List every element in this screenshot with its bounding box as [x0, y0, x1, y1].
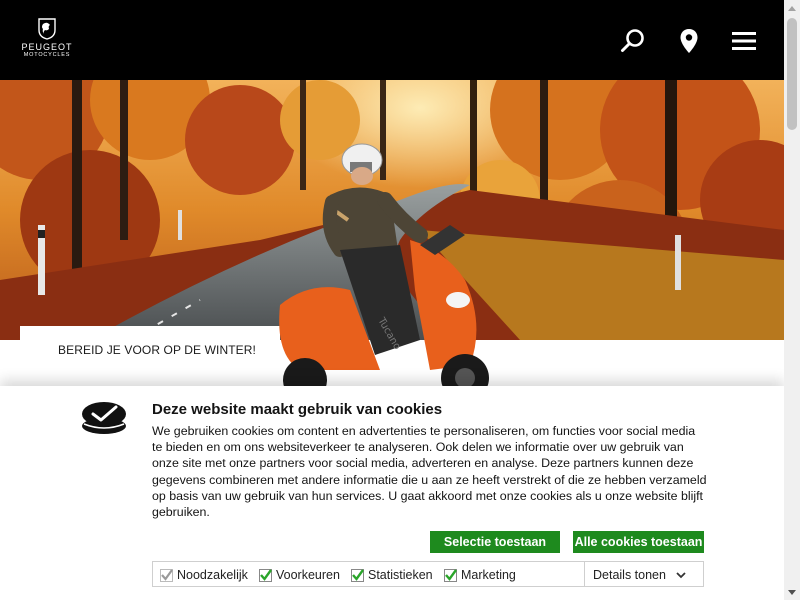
consent-options-bar: Noodzakelijk Voorkeuren Statistieken Mar…: [152, 561, 704, 587]
divider: [584, 562, 585, 586]
checkmark-icon: [160, 568, 173, 582]
hamburger-menu-icon[interactable]: [729, 26, 759, 56]
scooter-rider-image: Tucano: [270, 140, 520, 402]
location-pin-icon[interactable]: [674, 26, 704, 56]
checkmark-icon: [444, 568, 457, 582]
checkbox-label: Marketing: [461, 568, 516, 582]
scrollbar-thumb[interactable]: [787, 18, 797, 130]
logo-brand-text: PEUGEOT: [21, 42, 73, 52]
allow-selection-button[interactable]: Selectie toestaan: [430, 531, 560, 553]
checkbox-necessary[interactable]: Noodzakelijk: [160, 566, 248, 584]
scroll-down-arrow-icon[interactable]: [784, 584, 800, 600]
checkbox-label: Voorkeuren: [276, 568, 340, 582]
checkbox-statistics[interactable]: Statistieken: [351, 566, 433, 584]
logo-sub-text: MOTOCYCLES: [23, 52, 71, 58]
chevron-down-icon: [676, 571, 686, 578]
lion-emblem-icon: [38, 18, 56, 40]
scroll-up-arrow-icon[interactable]: [784, 0, 800, 16]
checkbox-marketing[interactable]: Marketing: [444, 566, 516, 584]
allow-all-cookies-button[interactable]: Alle cookies toestaan: [573, 531, 704, 553]
cookie-description: We gebruiken cookies om content en adver…: [152, 424, 707, 520]
site-header: PEUGEOT MOTOCYCLES: [0, 0, 784, 80]
peugeot-motocycles-logo[interactable]: PEUGEOT MOTOCYCLES: [14, 18, 80, 62]
promo-text: BEREID JE VOOR OP DE WINTER!: [58, 343, 256, 357]
checkbox-label: Noodzakelijk: [177, 568, 248, 582]
details-label: Details tonen: [593, 568, 666, 582]
cookiebot-logo-icon: [80, 400, 128, 436]
promo-card[interactable]: BEREID JE VOOR OP DE WINTER!: [20, 326, 280, 382]
cookie-consent-banner: Deze website maakt gebruik van cookies W…: [0, 386, 784, 600]
checkbox-preferences[interactable]: Voorkeuren: [259, 566, 340, 584]
checkmark-icon: [259, 568, 272, 582]
checkbox-label: Statistieken: [368, 568, 433, 582]
show-details-toggle[interactable]: Details tonen: [593, 566, 686, 584]
cookie-title: Deze website maakt gebruik van cookies: [152, 401, 443, 418]
checkmark-icon: [351, 568, 364, 582]
vertical-scrollbar[interactable]: [784, 0, 800, 600]
search-icon[interactable]: [618, 26, 648, 56]
